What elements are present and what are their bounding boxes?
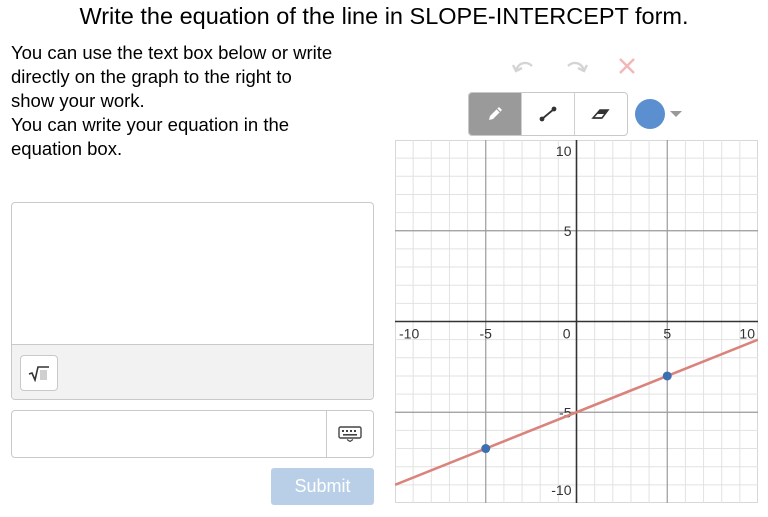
keyboard-icon bbox=[338, 426, 362, 442]
drawing-tools bbox=[468, 92, 628, 136]
pencil-icon bbox=[489, 107, 502, 120]
data-point bbox=[481, 444, 491, 454]
undo-button[interactable] bbox=[510, 56, 538, 81]
instruction-line: You can write your equation in the bbox=[11, 114, 290, 135]
undo-icon bbox=[511, 61, 533, 73]
y-tick-label: -10 bbox=[551, 482, 571, 498]
eraser-icon bbox=[591, 109, 610, 119]
pencil-tool-button[interactable] bbox=[469, 93, 521, 135]
work-panel bbox=[11, 202, 374, 400]
line-segment-icon bbox=[539, 106, 557, 122]
color-picker[interactable] bbox=[634, 97, 686, 131]
eraser-tool-button[interactable] bbox=[574, 93, 627, 135]
line-tool-button[interactable] bbox=[521, 93, 574, 135]
y-tick-label: 10 bbox=[556, 143, 572, 159]
close-icon bbox=[619, 58, 635, 74]
instruction-line: directly on the graph to the right to bbox=[11, 66, 292, 87]
math-symbol-button[interactable] bbox=[20, 355, 58, 391]
work-textarea[interactable] bbox=[12, 203, 373, 343]
instruction-line: equation box. bbox=[11, 138, 123, 159]
submit-button[interactable]: Submit bbox=[271, 468, 374, 505]
equation-box bbox=[11, 410, 374, 458]
coordinate-graph[interactable]: -10 -5 0 5 10105-5-10 bbox=[395, 140, 758, 503]
x-tick-label: -10 bbox=[399, 326, 419, 342]
equation-input[interactable] bbox=[12, 411, 326, 457]
data-point bbox=[662, 371, 672, 381]
color-swatch bbox=[635, 99, 682, 129]
history-controls bbox=[510, 56, 640, 78]
instruction-line: show your work. bbox=[11, 90, 145, 111]
instructions: You can use the text box below or write … bbox=[11, 41, 381, 161]
square-root-icon bbox=[28, 366, 49, 382]
x-tick-label: 5 bbox=[663, 326, 671, 342]
x-tick-label: 10 bbox=[739, 326, 755, 342]
redo-button[interactable] bbox=[562, 56, 590, 81]
x-tick-label: 0 bbox=[563, 326, 571, 342]
keyboard-button[interactable] bbox=[326, 411, 373, 457]
x-tick-label: -5 bbox=[480, 326, 493, 342]
work-toolbar bbox=[12, 344, 373, 399]
clear-button[interactable] bbox=[616, 56, 638, 81]
chevron-down-icon bbox=[670, 111, 682, 117]
page-title: Write the equation of the line in SLOPE-… bbox=[79, 3, 689, 29]
redo-icon bbox=[567, 61, 589, 73]
y-tick-label: 5 bbox=[564, 223, 572, 239]
instruction-line: You can use the text box below or write bbox=[11, 42, 333, 63]
